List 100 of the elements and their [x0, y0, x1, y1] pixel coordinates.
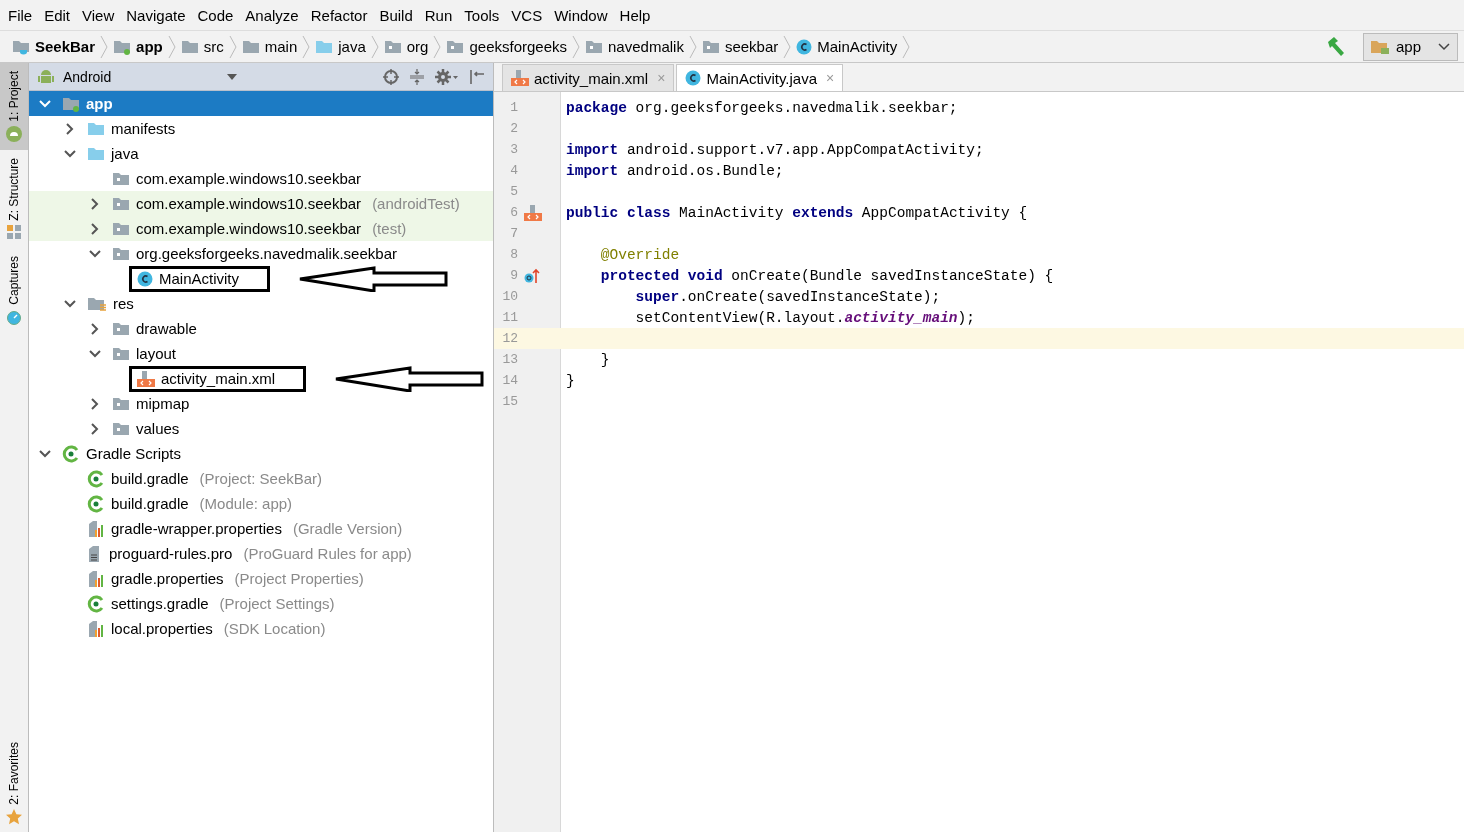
line-number: 7 — [509, 226, 518, 241]
properties-file-icon — [87, 519, 105, 538]
module-folder-icon — [62, 95, 80, 112]
line-number: 5 — [509, 184, 518, 199]
menu-item[interactable]: Build — [373, 6, 419, 24]
breadcrumb-item[interactable]: navedmalik — [585, 38, 686, 55]
tree-item[interactable]: Gradle Scripts — [29, 441, 493, 466]
class-icon — [796, 38, 813, 55]
tree-item[interactable]: res — [29, 291, 493, 316]
run-config-dropdown[interactable]: app — [1362, 32, 1458, 61]
tree-item[interactable]: gradle-wrapper.properties (Gradle Version) — [29, 516, 493, 541]
tree-item[interactable]: values — [29, 416, 493, 441]
folder-icon — [241, 38, 260, 55]
line-number: 15 — [501, 394, 518, 409]
tree-item[interactable]: java — [29, 141, 493, 166]
menu-item[interactable]: Window — [548, 6, 614, 24]
breadcrumb-item[interactable]: app — [113, 38, 165, 55]
tool-window-tab[interactable]: 2: Favorites — [0, 734, 28, 832]
chevron-separator-icon — [227, 34, 238, 59]
menu-item[interactable]: Analyze — [239, 6, 305, 24]
code-line: package org.geeksforgeeks.navedmalik.seekbar; — [565, 99, 958, 116]
resource-folder-icon — [87, 295, 107, 312]
tool-window-tab[interactable]: 1: Project — [0, 63, 28, 150]
tree-item[interactable]: app — [29, 91, 493, 116]
hide-panel-icon[interactable] — [469, 68, 485, 85]
menu-item[interactable]: Code — [191, 6, 240, 24]
menu-item[interactable]: Help — [613, 6, 657, 24]
package-folder-icon — [112, 395, 130, 412]
folder-icon — [87, 120, 105, 137]
collapse-all-icon[interactable] — [409, 68, 425, 85]
tree-item[interactable]: org.geeksforgeeks.navedmalik.seekbar — [29, 241, 493, 266]
breadcrumb-item[interactable]: MainActivity — [796, 38, 900, 55]
package-folder-icon — [112, 345, 130, 362]
tree-item[interactable]: local.properties (SDK Location) — [29, 616, 493, 641]
breadcrumb-item[interactable]: geeksforgeeks — [446, 38, 569, 55]
highlight-frame: activity_main.xml — [129, 365, 307, 392]
package-folder-icon — [701, 38, 720, 55]
menu-item[interactable]: Edit — [38, 6, 77, 24]
folder-icon — [315, 38, 334, 55]
editor-tab[interactable]: activity_main.xml × — [502, 64, 675, 91]
code-line: import android.os.Bundle; — [565, 162, 784, 179]
breadcrumb-item[interactable]: seekbar — [701, 38, 781, 55]
package-folder-icon — [112, 195, 130, 212]
chevron-separator-icon — [782, 34, 793, 59]
package-folder-icon — [446, 38, 465, 55]
code-line: setContentView(R.layout.activity_main); — [634, 309, 975, 326]
tool-window-tab[interactable]: Captures — [0, 248, 28, 334]
tree-item[interactable]: com.example.windows10.seekbar (androidTest) — [29, 191, 493, 216]
chevron-separator-icon — [432, 34, 443, 59]
tree-item[interactable]: gradle.properties (Project Properties) — [29, 566, 493, 591]
line-number: 10 — [501, 289, 518, 304]
class-icon — [685, 70, 702, 86]
gradle-icon — [87, 494, 105, 513]
tree-item[interactable]: MainActivity — [29, 266, 493, 291]
tree-item[interactable]: mipmap — [29, 391, 493, 416]
tree-item[interactable]: activity_main.xml — [29, 366, 493, 391]
gradle-icon — [87, 594, 105, 613]
line-number: 6 — [509, 205, 518, 220]
breadcrumb-item[interactable]: src — [180, 38, 226, 55]
menu-item[interactable]: Refactor — [304, 6, 374, 24]
chevron-separator-icon — [369, 34, 380, 59]
tree-item[interactable]: proguard-rules.pro (ProGuard Rules for app) — [29, 541, 493, 566]
menu-item[interactable]: Navigate — [120, 6, 192, 24]
line-number: 13 — [501, 352, 518, 367]
package-folder-icon — [585, 38, 603, 55]
breadcrumb-item[interactable]: main — [241, 38, 300, 55]
tree-item[interactable]: build.gradle (Module: app) — [29, 491, 493, 516]
editor-tab[interactable]: MainActivity.java × — [676, 64, 844, 91]
tree-item[interactable]: build.gradle (Project: SeekBar) — [29, 466, 493, 491]
tree-item[interactable]: com.example.windows10.seekbar (test) — [29, 216, 493, 241]
line-number: 2 — [509, 121, 518, 136]
chevron-separator-icon — [901, 34, 912, 59]
breadcrumb-item[interactable]: SeekBar — [12, 38, 98, 55]
tree-item[interactable]: layout — [29, 341, 493, 366]
android-icon — [6, 125, 22, 142]
locate-icon[interactable] — [383, 68, 399, 85]
package-folder-icon — [112, 170, 130, 187]
menu-item[interactable]: File — [2, 6, 39, 24]
package-folder-icon — [112, 420, 130, 437]
package-folder-icon — [112, 245, 130, 262]
folder-icon — [1369, 38, 1390, 55]
tree-item[interactable]: drawable — [29, 316, 493, 341]
folder-icon — [180, 38, 199, 55]
line-number: 3 — [509, 142, 518, 157]
line-number: 14 — [501, 373, 518, 388]
menu-item[interactable]: View — [76, 6, 121, 24]
line-number: 1 — [509, 100, 518, 115]
menu-item[interactable]: Tools — [458, 6, 506, 24]
breadcrumb-item[interactable]: org — [383, 38, 431, 55]
tree-item[interactable]: com.example.windows10.seekbar — [29, 166, 493, 191]
tool-window-tab[interactable]: Z: Structure — [0, 149, 28, 249]
menu-item[interactable]: Run — [418, 6, 459, 24]
settings-icon[interactable] — [435, 68, 459, 85]
package-folder-icon — [112, 320, 130, 337]
tree-item[interactable]: settings.gradle (Project Settings) — [29, 591, 493, 616]
line-number: 9 — [509, 268, 518, 283]
class-icon — [137, 270, 153, 287]
breadcrumb-item[interactable]: java — [315, 38, 368, 55]
tree-item[interactable]: manifests — [29, 116, 493, 141]
menu-item[interactable]: VCS — [505, 6, 549, 24]
